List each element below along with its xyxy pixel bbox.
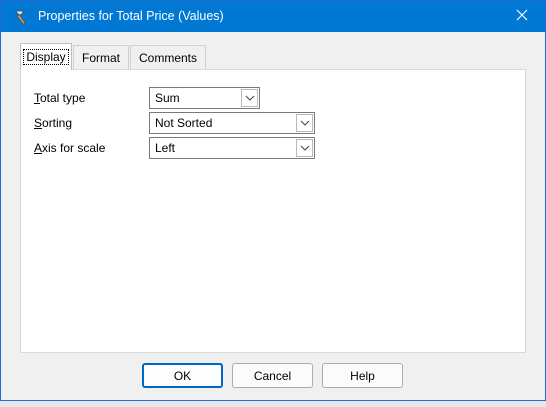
properties-dialog: Properties for Total Price (Values) Disp…: [0, 0, 546, 401]
help-button[interactable]: Help: [322, 363, 403, 388]
ok-button[interactable]: OK: [142, 363, 223, 388]
tab-format-label: Format: [81, 51, 120, 65]
total-type-label: Total type: [34, 91, 86, 105]
axis-for-scale-select[interactable]: Left: [149, 137, 315, 159]
tab-format[interactable]: Format: [73, 45, 129, 69]
title-bar[interactable]: Properties for Total Price (Values): [1, 1, 545, 32]
hammer-icon: [13, 8, 31, 26]
tab-display[interactable]: Display: [20, 43, 72, 70]
total-type-select[interactable]: Sum: [149, 87, 260, 109]
sorting-select[interactable]: Not Sorted: [149, 112, 315, 134]
chevron-down-icon[interactable]: [296, 114, 313, 132]
sorting-value: Not Sorted: [155, 116, 213, 130]
display-panel: Total type Sum Sorting Not Sorted Axis f…: [20, 69, 526, 353]
cancel-button[interactable]: Cancel: [232, 363, 313, 388]
sorting-label: Sorting: [34, 116, 73, 130]
close-button[interactable]: [499, 1, 545, 32]
window-title: Properties for Total Price (Values): [38, 9, 224, 23]
tab-comments[interactable]: Comments: [130, 45, 206, 69]
axis-for-scale-label: Axis for scale: [34, 141, 106, 155]
tab-display-label: Display: [23, 49, 69, 65]
chevron-down-icon[interactable]: [296, 139, 313, 157]
total-type-value: Sum: [155, 91, 180, 105]
chevron-down-icon[interactable]: [241, 89, 258, 107]
tab-comments-label: Comments: [138, 51, 197, 65]
close-icon: [516, 9, 528, 24]
axis-for-scale-value: Left: [155, 141, 176, 155]
